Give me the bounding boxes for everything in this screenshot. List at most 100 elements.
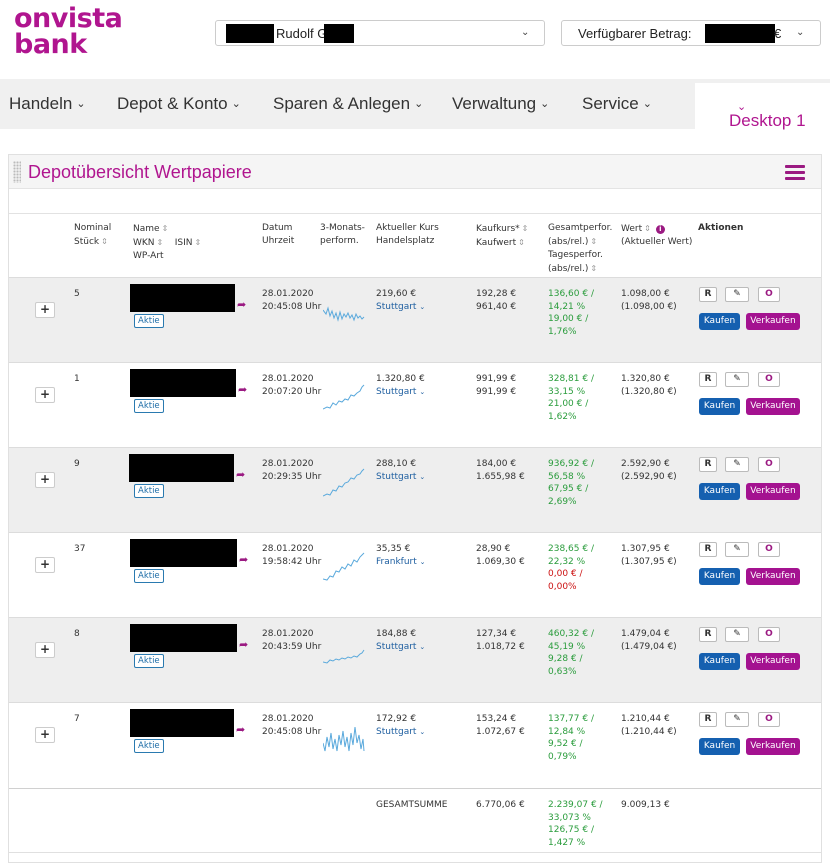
total-value: 9.009,13 €	[621, 800, 670, 810]
sort-icon: ⇕	[521, 224, 529, 233]
expand-row-button[interactable]: +	[35, 302, 55, 318]
kaufen-button[interactable]: Kaufen	[699, 313, 740, 330]
chevron-down-icon: ⌄	[419, 472, 426, 481]
share-icon[interactable]: ➦	[239, 638, 248, 651]
verkaufen-button[interactable]: Verkaufen	[746, 483, 800, 500]
col-wert[interactable]: Wert ⇕ i (Aktueller Wert)	[621, 222, 692, 249]
kaufen-button[interactable]: Kaufen	[699, 653, 740, 670]
r-button[interactable]: R	[699, 542, 717, 557]
o-button[interactable]: O	[758, 457, 780, 472]
o-button[interactable]: O	[758, 287, 780, 302]
kaufen-button[interactable]: Kaufen	[699, 738, 740, 755]
drag-handle-icon[interactable]	[13, 161, 21, 183]
nav-item-sparen-anlegen[interactable]: Sparen & Anlegen ⌄	[273, 94, 423, 114]
nav-item-verwaltung[interactable]: Verwaltung ⌄	[452, 94, 549, 114]
trading-place-select[interactable]: Stuttgart ⌄	[376, 386, 425, 399]
edit-icon[interactable]: ✎	[725, 457, 749, 472]
row-qty: 5	[74, 289, 80, 299]
r-button[interactable]: R	[699, 287, 717, 302]
redaction-block	[130, 624, 237, 652]
nav-item-handeln[interactable]: Handeln ⌄	[9, 94, 86, 114]
account-name: Rudolf G	[276, 26, 328, 41]
verkaufen-button[interactable]: Verkaufen	[746, 653, 800, 670]
col-name[interactable]: Name ⇕ WKN ⇕ ISIN ⇕ WP-Art	[133, 222, 201, 263]
sort-icon: ⇕	[194, 238, 202, 247]
table-row: + 5 ➦ Aktie 28.01.2020 20:45:08 Uhr 219,6…	[9, 277, 821, 362]
available-amount-select[interactable]: Verfügbarer Betrag: € ⌄	[561, 20, 821, 46]
available-currency: €	[774, 26, 782, 41]
verkaufen-button[interactable]: Verkaufen	[746, 313, 800, 330]
row-buy: 28,90 €1.069,30 €	[476, 544, 525, 567]
r-button[interactable]: R	[699, 457, 717, 472]
verkaufen-button[interactable]: Verkaufen	[746, 568, 800, 585]
redaction-block	[129, 454, 234, 482]
share-icon[interactable]: ➦	[239, 553, 248, 566]
expand-row-button[interactable]: +	[35, 387, 55, 403]
col-nominal[interactable]: Nominal Stück ⇕	[74, 222, 111, 249]
o-button[interactable]: O	[758, 542, 780, 557]
expand-row-button[interactable]: +	[35, 642, 55, 658]
nav-item-desktop[interactable]: Desktop 1 ⌄	[695, 83, 830, 130]
o-button[interactable]: O	[758, 627, 780, 642]
nav-item-depot-konto[interactable]: Depot & Konto ⌄	[117, 94, 241, 114]
o-button[interactable]: O	[758, 372, 780, 387]
row-qty: 8	[74, 629, 80, 639]
expand-row-button[interactable]: +	[35, 472, 55, 488]
kaufen-button[interactable]: Kaufen	[699, 568, 740, 585]
redaction-block	[324, 24, 354, 43]
r-button[interactable]: R	[699, 627, 717, 642]
row-price: 172,92 € Stuttgart ⌄	[376, 714, 426, 739]
expand-row-button[interactable]: +	[35, 727, 55, 743]
row-datetime: 28.01.2020 20:43:59 Uhr	[262, 629, 322, 652]
share-icon[interactable]: ➦	[237, 298, 246, 311]
trading-place-select[interactable]: Frankfurt ⌄	[376, 556, 426, 569]
info-icon[interactable]: i	[655, 225, 665, 234]
edit-icon[interactable]: ✎	[725, 627, 749, 642]
o-button[interactable]: O	[758, 712, 780, 727]
trading-place-select[interactable]: Stuttgart ⌄	[376, 641, 425, 654]
chevron-down-icon: ⌄	[540, 98, 550, 110]
security-type-badge: Aktie	[134, 654, 164, 668]
table-row: + 9 ➦ Aktie 28.01.2020 20:29:35 Uhr 288,1…	[9, 447, 821, 532]
row-qty: 7	[74, 714, 80, 724]
r-button[interactable]: R	[699, 372, 717, 387]
trading-place-select[interactable]: Stuttgart ⌄	[376, 471, 425, 484]
sparkline-chart	[323, 384, 365, 410]
divider	[9, 852, 821, 853]
edit-icon[interactable]: ✎	[725, 287, 749, 302]
account-select[interactable]: Rudolf G ⌄	[215, 20, 545, 46]
table-row: + 8 ➦ Aktie 28.01.2020 20:43:59 Uhr 184,8…	[9, 617, 821, 702]
col-3m-perf: 3-Monats-perform.	[320, 223, 365, 246]
row-buy: 991,99 €991,99 €	[476, 374, 517, 397]
sparkline-chart	[323, 649, 365, 664]
chevron-down-icon: ⌄	[231, 98, 241, 110]
chevron-down-icon: ⌄	[419, 387, 426, 396]
r-button[interactable]: R	[699, 712, 717, 727]
table-row: + 7 ➦ Aktie 28.01.2020 20:45:08 Uhr 172,9…	[9, 702, 821, 787]
share-icon[interactable]: ➦	[236, 723, 245, 736]
trading-place-select[interactable]: Stuttgart ⌄	[376, 301, 425, 314]
redaction-block	[705, 24, 775, 43]
kaufen-button[interactable]: Kaufen	[699, 398, 740, 415]
share-icon[interactable]: ➦	[238, 383, 247, 396]
row-price: 1.320,80 € Stuttgart ⌄	[376, 374, 426, 399]
nav-label: Verwaltung	[452, 94, 537, 113]
available-label: Verfügbarer Betrag:	[578, 26, 692, 41]
edit-icon[interactable]: ✎	[725, 712, 749, 727]
redaction-block	[130, 709, 234, 737]
total-buy-value: 6.770,06 €	[476, 800, 525, 810]
nav-item-service[interactable]: Service ⌄	[582, 94, 652, 114]
onvista-bank-logo[interactable]: onvista bank	[14, 5, 123, 58]
expand-row-button[interactable]: +	[35, 557, 55, 573]
row-buy: 184,00 €1.655,98 €	[476, 459, 525, 482]
menu-icon[interactable]	[785, 165, 805, 181]
verkaufen-button[interactable]: Verkaufen	[746, 398, 800, 415]
edit-icon[interactable]: ✎	[725, 372, 749, 387]
nav-label: Sparen & Anlegen	[273, 94, 411, 113]
verkaufen-button[interactable]: Verkaufen	[746, 738, 800, 755]
kaufen-button[interactable]: Kaufen	[699, 483, 740, 500]
share-icon[interactable]: ➦	[236, 468, 245, 481]
edit-icon[interactable]: ✎	[725, 542, 749, 557]
trading-place-select[interactable]: Stuttgart ⌄	[376, 726, 425, 739]
redaction-block	[130, 539, 237, 567]
